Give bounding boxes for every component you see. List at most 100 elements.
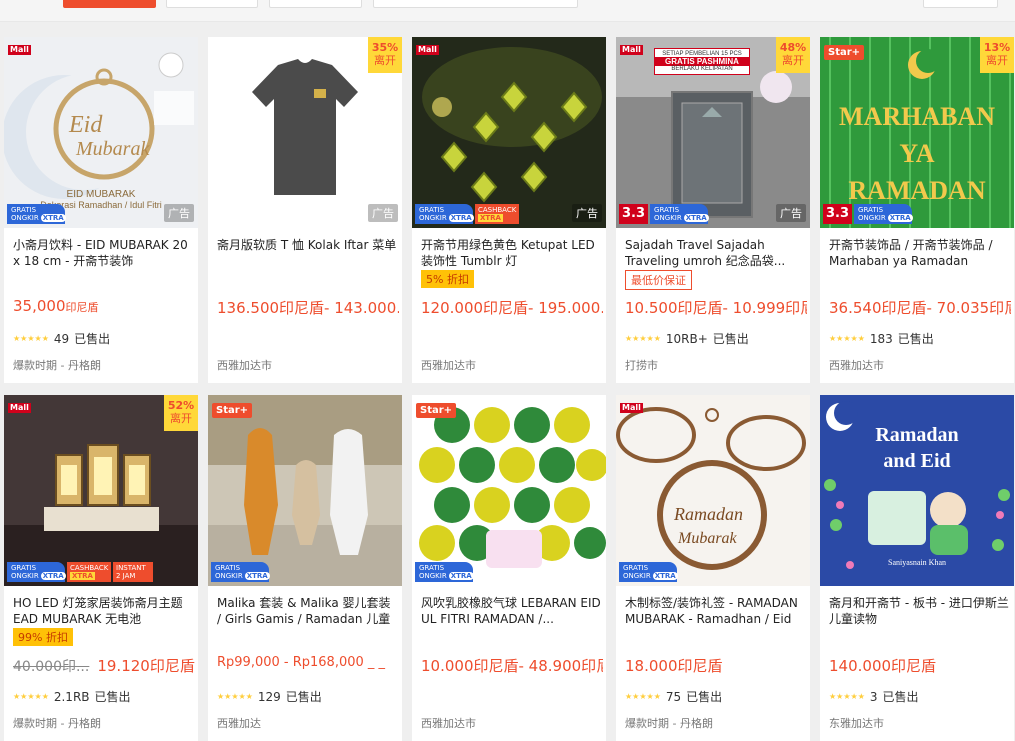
product-title[interactable]: 开斋节装饰品 / 开斋节装饰品 / Marhaban ya Ramadan bbox=[829, 237, 1009, 269]
star-plus-badge: Star+ bbox=[212, 403, 253, 418]
cashback-badge: CASHBACK XTRA bbox=[67, 562, 111, 582]
mall-badge: Mall bbox=[8, 45, 31, 55]
svg-text:Mubarak: Mubarak bbox=[75, 138, 150, 160]
ad-label: 广告 bbox=[368, 204, 398, 222]
campaign-badge: 3.3 bbox=[619, 204, 649, 224]
product-title[interactable]: 小斋月饮料 - EID MUBARAK 20 x 18 cm - 开斋节装饰 bbox=[13, 237, 193, 269]
product-price: 10.000印尼盾- 48.900印尼... bbox=[421, 657, 603, 675]
rating-row: ★★★★★ 2.1RB 已售出 bbox=[13, 689, 131, 705]
shop-location: 爆款时期 - 丹格朗 bbox=[625, 717, 713, 730]
instant-badge: INSTANT 2 JAM bbox=[113, 562, 153, 582]
star-icon: ★★★★★ bbox=[13, 692, 49, 701]
free-shipping-badge: GRATIS ONGKIR XTRA bbox=[619, 562, 678, 582]
shop-location: 爆款时期 - 丹格朗 bbox=[13, 359, 101, 372]
ad-label: 广告 bbox=[776, 204, 806, 222]
rating-row: ★★★★★ 129 已售出 bbox=[217, 689, 322, 705]
rating-row: ★★★★★ 183 已售出 bbox=[829, 331, 934, 347]
product-card[interactable]: Mall 广告 GRATIS ONGKIR XTRA CASHBACK XTRA … bbox=[412, 37, 606, 383]
product-image: Ramadan and Eid Saniyasnain Khan bbox=[820, 395, 1014, 586]
rating-row: ★★★★★ 75 已售出 bbox=[625, 689, 723, 705]
product-price: 120.000印尼盾- 195.000... bbox=[421, 299, 603, 317]
mall-badge: Mall bbox=[620, 403, 643, 413]
product-title[interactable]: 斋月版软质 T 恤 Kolak Iftar 菜单 bbox=[217, 237, 397, 269]
mall-badge: Mall bbox=[620, 45, 643, 55]
mall-badge: Mall bbox=[416, 45, 439, 55]
pagination-control[interactable] bbox=[923, 0, 998, 8]
product-image: MARHABAN YA RAMADAN Star+ 13% 离开 3.3 GRAT… bbox=[820, 37, 1014, 228]
product-title[interactable]: 木制标签/装饰礼签 - RAMADAN MUBARAK - Ramadhan /… bbox=[625, 595, 805, 627]
product-card[interactable]: Star+ GRATIS ONGKIR XTRA 风吹乳胶橡胶气球 LEBARAN… bbox=[412, 395, 606, 741]
shop-location: 东雅加达市 bbox=[829, 717, 884, 730]
product-price: 36.540印尼盾- 70.035印尼盾 bbox=[829, 299, 1011, 317]
product-card[interactable]: Star+ GRATIS ONGKIR XTRA Malika 套装 & Mali… bbox=[208, 395, 402, 741]
ad-label: 广告 bbox=[572, 204, 602, 222]
product-price: 10.500印尼盾- 10.999印尼盾 bbox=[625, 299, 807, 317]
rating-row: ★★★★★ 3 已售出 bbox=[829, 689, 919, 705]
product-card[interactable]: Ramadan Mubarak Mall GRATIS ONGKIR XTRA 木… bbox=[616, 395, 810, 741]
svg-text:Saniyasnain Khan: Saniyasnain Khan bbox=[888, 558, 946, 567]
product-title[interactable]: 斋月和开斋节 - 板书 - 进口伊斯兰儿童读物 bbox=[829, 595, 1009, 627]
product-price: 40.000印... 19.120印尼盾 bbox=[13, 657, 195, 675]
sort-tab[interactable] bbox=[166, 0, 258, 8]
sort-tab-active[interactable] bbox=[63, 0, 156, 8]
product-card[interactable]: MARHABAN YA RAMADAN Star+ 13% 离开 3.3 GRAT… bbox=[820, 37, 1014, 383]
product-title[interactable]: Sajadah Travel Sajadah Traveling umroh 纪… bbox=[625, 237, 805, 269]
discount-badge: 13% 离开 bbox=[980, 37, 1014, 73]
shop-location: 西雅加达市 bbox=[421, 717, 476, 730]
free-shipping-badge: GRATIS ONGKIR XTRA bbox=[854, 204, 913, 224]
svg-text:Mubarak: Mubarak bbox=[677, 530, 738, 547]
svg-text:Ramadan: Ramadan bbox=[875, 424, 958, 446]
svg-text:RAMADAN: RAMADAN bbox=[848, 176, 985, 205]
svg-text:Eid: Eid bbox=[68, 112, 103, 138]
svg-text:YA: YA bbox=[899, 139, 934, 168]
product-title[interactable]: 风吹乳胶橡胶气球 LEBARAN EID UL FITRI RAMADAN /.… bbox=[421, 595, 601, 627]
cashback-badge: CASHBACK XTRA bbox=[475, 204, 519, 224]
free-shipping-badge: GRATIS ONGKIR XTRA bbox=[650, 204, 709, 224]
product-card[interactable]: Eid Mubarak Mall EID MUBARAK Dekorasi Ra… bbox=[4, 37, 198, 383]
sort-bar bbox=[0, 0, 1015, 22]
star-icon: ★★★★★ bbox=[13, 334, 49, 343]
discount-badge: 52% 离开 bbox=[164, 395, 198, 431]
free-shipping-badge: GRATIS ONGKIR XTRA bbox=[415, 204, 474, 224]
price-sort-select[interactable] bbox=[373, 0, 578, 8]
product-card[interactable]: Ramadan and Eid Saniyasnain Khan 斋月和开斋节 … bbox=[820, 395, 1014, 741]
product-image: Ramadan Mubarak Mall GRATIS ONGKIR XTRA bbox=[616, 395, 810, 586]
free-shipping-badge: GRATIS ONGKIR XTRA bbox=[211, 562, 270, 582]
free-shipping-badge: GRATIS ONGKIR XTRA bbox=[415, 562, 474, 582]
shop-location: 西雅加达市 bbox=[421, 359, 476, 372]
product-card[interactable]: Mall 52% 离开 GRATIS ONGKIR XTRA CASHBACK XT… bbox=[4, 395, 198, 741]
product-price: 18.000印尼盾 bbox=[625, 657, 723, 675]
shop-location: 西雅加达 bbox=[217, 717, 261, 730]
star-icon: ★★★★★ bbox=[217, 692, 253, 701]
shop-location: 打捞市 bbox=[625, 359, 658, 372]
discount-badge: 35% 离开 bbox=[368, 37, 402, 73]
free-shipping-badge: GRATIS ONGKIR XTRA bbox=[7, 204, 66, 224]
rating-row: ★★★★★ 10RB+ 已售出 bbox=[625, 331, 749, 347]
product-image: Mall SETIAP PEMBELIAN 15 PCS GRATIS PASH… bbox=[616, 37, 810, 228]
mall-badge: Mall bbox=[8, 403, 31, 413]
svg-text:Ramadan: Ramadan bbox=[673, 504, 743, 524]
sort-tab[interactable] bbox=[269, 0, 362, 8]
product-title[interactable]: HO LED 灯笼家居装饰斋月主题 EAD MUBARAK 无电池 bbox=[13, 595, 193, 627]
product-image: Eid Mubarak Mall EID MUBARAK Dekorasi Ra… bbox=[4, 37, 198, 228]
star-plus-badge: Star+ bbox=[824, 45, 865, 60]
star-plus-badge: Star+ bbox=[416, 403, 457, 418]
product-title[interactable]: 开斋节用绿色黄色 Ketupat LED 装饰性 Tumblr 灯 bbox=[421, 237, 601, 269]
product-price: 35,000印尼盾 bbox=[13, 297, 99, 315]
product-card[interactable]: Mall SETIAP PEMBELIAN 15 PCS GRATIS PASH… bbox=[616, 37, 810, 383]
rating-row: ★★★★★ 49 已售出 bbox=[13, 331, 111, 347]
promo-tag: 最低价保证 bbox=[625, 270, 692, 290]
product-image: Mall 52% 离开 GRATIS ONGKIR XTRA CASHBACK XT… bbox=[4, 395, 198, 586]
product-price: Rp99,000 - Rp168,000 _ _ bbox=[217, 655, 386, 670]
ad-label: 广告 bbox=[164, 204, 194, 222]
product-image: Star+ GRATIS ONGKIR XTRA bbox=[412, 395, 606, 586]
discount-badge: 48% 离开 bbox=[776, 37, 810, 73]
product-title[interactable]: Malika 套装 & Malika 婴儿套装 / Girls Gamis / … bbox=[217, 595, 397, 627]
product-image: Star+ GRATIS ONGKIR XTRA bbox=[208, 395, 402, 586]
promo-banner: SETIAP PEMBELIAN 15 PCS GRATIS PASHMINA … bbox=[654, 48, 750, 75]
product-image: Mall 广告 GRATIS ONGKIR XTRA CASHBACK XTRA bbox=[412, 37, 606, 228]
shop-location: 爆款时期 - 丹格朗 bbox=[13, 717, 101, 730]
star-icon: ★★★★★ bbox=[829, 334, 865, 343]
product-card[interactable]: 35% 离开 广告 斋月版软质 T 恤 Kolak Iftar 菜单 136.50… bbox=[208, 37, 402, 383]
star-icon: ★★★★★ bbox=[829, 692, 865, 701]
